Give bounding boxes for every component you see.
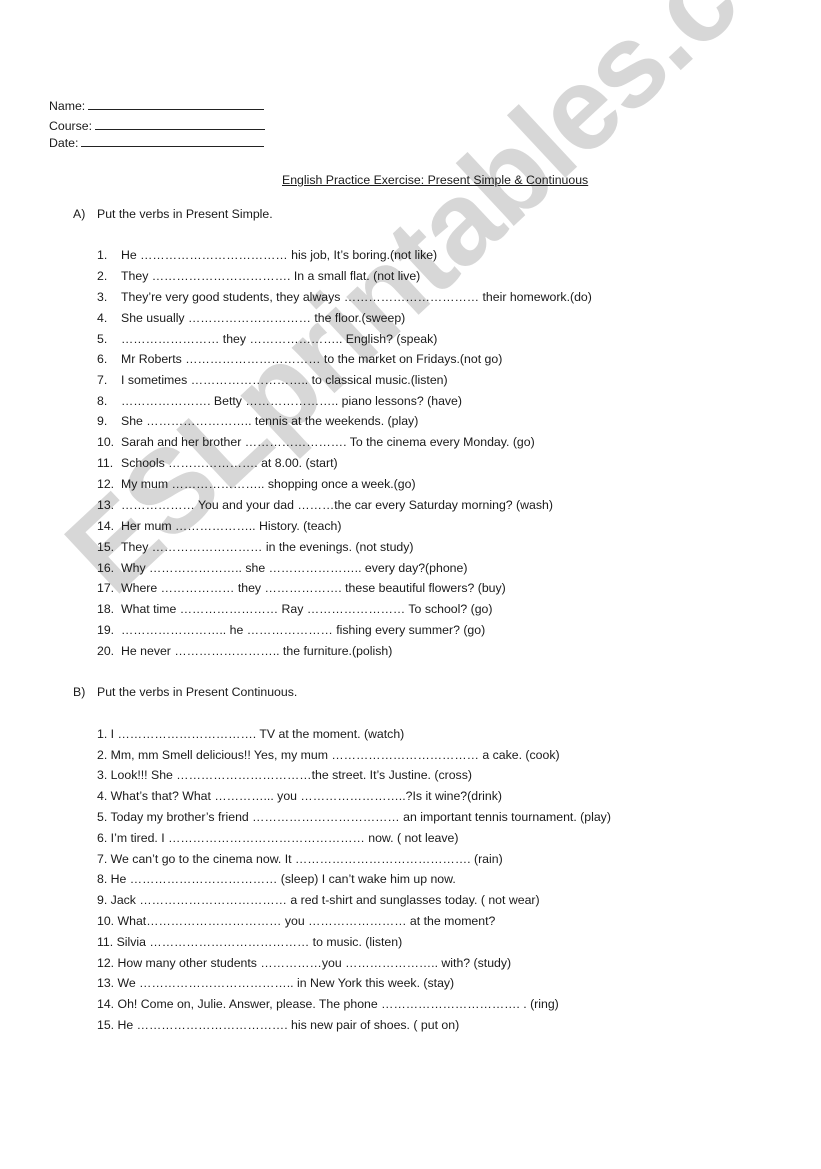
exercise-item: …………………….. he ………………… fishing every summ… <box>121 623 486 637</box>
item-number: 15. <box>97 540 115 554</box>
exercise-item: Her mum ……………….. History. (teach) <box>121 519 342 533</box>
course-blank-line[interactable] <box>95 119 266 130</box>
item-number: 7. <box>97 373 108 387</box>
exercise-item: 4. What’s that? What …………... you …………………… <box>97 789 502 803</box>
exercise-item: 8. He ……………………………… (sleep) I can’t wake … <box>97 872 456 886</box>
exercise-item: He ……………………………… his job, It’s boring.(no… <box>121 248 438 262</box>
name-blank-line[interactable] <box>88 99 265 110</box>
item-number: 9. <box>97 414 108 428</box>
item-number: 20. <box>97 644 115 658</box>
exercise-item: 15. He ………………………………. his new pair of sho… <box>97 1018 460 1032</box>
item-number: 10. <box>97 435 115 449</box>
exercise-item: What time …………………… Ray …………………… To schoo… <box>121 602 493 616</box>
item-number: 12. <box>97 477 115 491</box>
worksheet-title: English Practice Exercise: Present Simpl… <box>282 173 589 187</box>
item-number: 14. <box>97 519 115 533</box>
section-a-instruction: Put the verbs in Present Simple. <box>97 207 273 221</box>
item-number: 13. <box>97 498 115 512</box>
exercise-item: 11. Silvia ………………………………… to music. (list… <box>97 935 403 949</box>
exercise-item: 7. We can’t go to the cinema now. It ………… <box>97 852 503 866</box>
item-number: 17. <box>97 581 115 595</box>
exercise-item: 5. Today my brother’s friend ……………………………… <box>97 810 611 824</box>
item-number: 6. <box>97 352 108 366</box>
exercise-item: They ……………………………. In a small flat. (not … <box>121 269 421 283</box>
item-number: 16. <box>97 561 115 575</box>
name-label: Name: <box>49 99 86 113</box>
exercise-item: They’re very good students, they always … <box>121 290 592 304</box>
exercise-item: They ……………………… in the evenings. (not stu… <box>121 540 414 554</box>
date-field[interactable]: Date: <box>49 136 265 150</box>
item-number: 2. <box>97 269 108 283</box>
item-number: 5. <box>97 332 108 346</box>
item-number: 8. <box>97 394 108 408</box>
course-label: Course: <box>49 119 93 133</box>
course-field[interactable]: Course: <box>49 119 266 133</box>
section-a-letter: A) <box>73 207 86 221</box>
exercise-item: Schools …………………. at 8.00. (start) <box>121 456 338 470</box>
exercise-item: 12. How many other students ……………you ………… <box>97 956 512 970</box>
exercise-item: 13. We ……………………………….. in New York this w… <box>97 976 455 990</box>
exercise-item: 1. I ……………………………. TV at the moment. (wat… <box>97 727 405 741</box>
item-number: 19. <box>97 623 115 637</box>
exercise-item: …………………… they ………………….. English? (speak) <box>121 332 438 346</box>
section-b-instruction: Put the verbs in Present Continuous. <box>97 685 298 699</box>
exercise-item: ……………… You and your dad ………the car every… <box>121 498 553 512</box>
exercise-item: Why ………………….. she ………………….. every day?(p… <box>121 561 468 575</box>
exercise-item: 10. What…………………………… you …………………… at the … <box>97 914 496 928</box>
worksheet-page: ESLprintables.com Name: Course: Date: En… <box>0 0 821 1169</box>
exercise-item: Where ……………… they ………………. these beautifu… <box>121 581 506 595</box>
exercise-item: 9. Jack ……………………………… a red t-shirt and s… <box>97 893 540 907</box>
exercise-item: 6. I’m tired. I ………………………………………… now. ( … <box>97 831 459 845</box>
exercise-item: My mum ………………….. shopping once a week.(g… <box>121 477 416 491</box>
item-number: 4. <box>97 311 108 325</box>
date-blank-line[interactable] <box>81 136 265 147</box>
exercise-item: 2. Mm, mm Smell delicious!! Yes, my mum … <box>97 748 560 762</box>
exercise-item: She …………………….. tennis at the weekends. (… <box>121 414 419 428</box>
exercise-item: I sometimes ……………………….. to classical mus… <box>121 373 448 387</box>
exercise-item: Sarah and her brother ……………………. To the c… <box>121 435 535 449</box>
section-b-letter: B) <box>73 685 86 699</box>
exercise-item: 14. Oh! Come on, Julie. Answer, please. … <box>97 997 559 1011</box>
exercise-item: He never …………………….. the furniture.(polis… <box>121 644 393 658</box>
name-field[interactable]: Name: <box>49 99 265 113</box>
item-number: 18. <box>97 602 115 616</box>
item-number: 11. <box>97 456 114 470</box>
exercise-item: 3. Look!!! She ……………………………the street. It… <box>97 768 472 782</box>
exercise-item: Mr Roberts …………………………… to the market on … <box>121 352 503 366</box>
exercise-item: She usually ………………………… the floor.(sweep) <box>121 311 406 325</box>
exercise-item: …………………. Betty ………………….. piano lessons? … <box>121 394 462 408</box>
date-label: Date: <box>49 136 79 150</box>
item-number: 3. <box>97 290 108 304</box>
item-number: 1. <box>97 248 108 262</box>
